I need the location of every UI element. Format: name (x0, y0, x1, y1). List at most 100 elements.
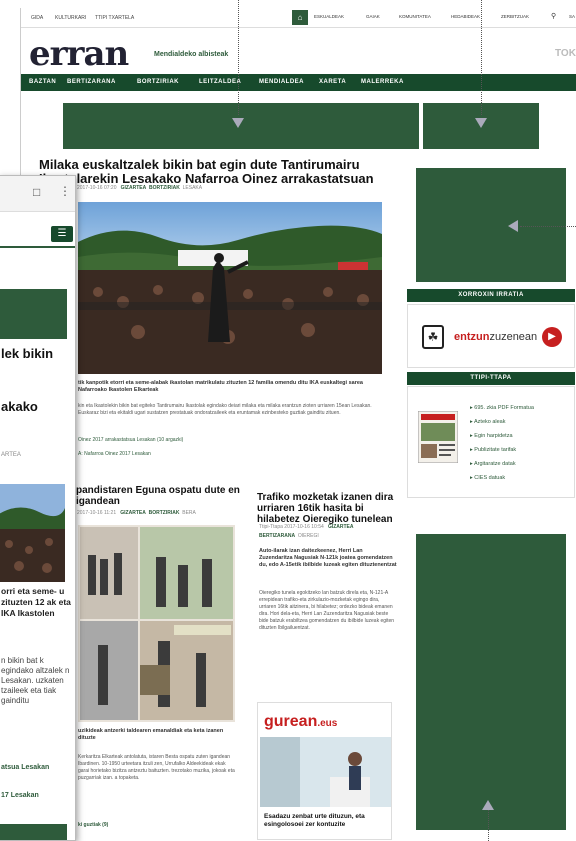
logo-red-text: entzun (454, 331, 490, 343)
nav-item-bertizarana[interactable]: BERTIZARANA (67, 79, 116, 85)
mobile-tag[interactable]: ARTEA (1, 452, 21, 458)
main-article-meta: 2017-10-16 07:20 GIZARTEA BORTZIRIAK LES… (77, 185, 202, 191)
topbar-extra[interactable]: SA (569, 14, 575, 19)
gurean-ad[interactable]: gurean.eus Esadazu zenbat urte dituzun, … (257, 702, 392, 840)
site-logo[interactable]: erran (29, 34, 129, 74)
main-article-title[interactable]: Milaka euskaltzalek bikin bat egin dute … (39, 158, 384, 186)
ad-sidebar-top[interactable] (416, 168, 566, 282)
second-gallery-link[interactable]: ki guztiak (9) (78, 822, 108, 829)
ttipi-title: TTIPI-TTAPA (407, 372, 575, 385)
top-utility-bar: GIDA KULTURKARI TTIPI TXARTELA ⌂ ESKUALD… (21, 8, 576, 28)
ttipi-link[interactable]: ▸ Argitaratze datak (470, 457, 534, 471)
tag[interactable]: LESAKA (183, 185, 202, 191)
ad-sidebar-tall[interactable] (416, 534, 566, 830)
arrow-up-icon (482, 800, 494, 810)
nav-item-malerreka[interactable]: MALERREKA (361, 79, 404, 85)
mobile-body: n bikin bat k egindako altzalek n Lesaka… (1, 656, 70, 705)
tab-zerbitzuak[interactable]: ZERBITZUAK (501, 14, 529, 19)
tag[interactable]: OIEREGI (298, 533, 319, 539)
xorroxin-widget[interactable]: ☘ entzunzuzenean ▶ (407, 304, 575, 368)
mobile-lede: orri eta seme- u zituzten 12 ak eta IKA … (1, 586, 71, 618)
tab-hedabideak[interactable]: HEDABIDEAK (451, 14, 480, 19)
topbar-link[interactable]: TTIPI TXARTELA (95, 15, 134, 21)
annotation-line (520, 226, 576, 227)
ttipi-link[interactable]: ▸ 695. zkia PDF Formatua (470, 401, 534, 415)
ttipi-widget: ▸ 695. zkia PDF Formatua ▸ Azteko aleak … (407, 386, 575, 498)
ttipi-links: ▸ 695. zkia PDF Formatua ▸ Azteko aleak … (470, 401, 534, 485)
site-tagline: Mendialdeko albisteak (154, 51, 229, 58)
main-title-line2[interactable]: Ikastolarekin Lesakako Nafarroa Oinez ar… (39, 172, 384, 186)
traffic-lede: Auto-ilarak izan daitezkeenez, Herri Lan… (259, 548, 397, 568)
traffic-body: Oieregiko tunela egokitzeko lan batzuk d… (259, 590, 395, 631)
tab-gaiak[interactable]: GAIAK (366, 14, 380, 19)
tag[interactable]: BERA (182, 510, 196, 516)
main-article-lede: kin eta Ikastolekin bikin bat egiteko Ta… (78, 403, 372, 416)
more-menu-icon[interactable]: ⋮ (59, 184, 71, 198)
crowd-photo-image (78, 202, 382, 374)
tag[interactable]: GIZARTEA (121, 185, 147, 191)
mobile-crowd-image (0, 484, 65, 582)
tag[interactable]: GIZARTEA (120, 510, 146, 516)
second-article-photo-grid[interactable] (78, 525, 235, 722)
mobile-ad-banner[interactable] (0, 289, 67, 339)
tag[interactable]: GIZARTEA (328, 524, 354, 530)
topbar-link[interactable]: KULTURKARI (55, 15, 86, 21)
collage-image (78, 525, 235, 722)
search-icon[interactable]: ⚲ (551, 12, 556, 20)
ttipi-link[interactable]: ▸ Azteko aleak (470, 415, 534, 429)
gurean-logo-text: gurean (264, 713, 318, 730)
related-link[interactable]: A: Nafarroa Oinez 2017 Lesakan (78, 451, 151, 458)
traffic-article-tags: BERTIZARANA OIEREGI (259, 533, 319, 539)
article-date: 2017-10-16 07:20 (77, 185, 117, 191)
home-icon[interactable]: ⌂ (292, 10, 308, 25)
logo-dark-text: zuzenean (489, 331, 538, 343)
traffic-article-title[interactable]: Trafiko mozketak izanen dira urriaren 16… (257, 492, 397, 525)
speaker-icon[interactable]: ▶ (542, 327, 562, 347)
newspaper-cover-image[interactable] (418, 411, 458, 463)
nav-item-bortziriak[interactable]: BORTZIRIAK (137, 79, 179, 85)
tag[interactable]: BORTZIRIAK (149, 510, 180, 516)
second-article-title[interactable]: pandistaren Eguna ospatu dute en igandea… (76, 485, 251, 507)
tag[interactable]: BERTIZARANA (259, 533, 295, 539)
nav-item-xareta[interactable]: XARETA (319, 79, 346, 85)
xorroxin-title: XORROXIN IRRATIA (407, 289, 575, 302)
main-title-line1[interactable]: Milaka euskaltzalek bikin bat egin dute … (39, 158, 384, 172)
mobile-photo[interactable] (0, 484, 65, 582)
mobile-link[interactable]: 17 Lesakan (1, 792, 39, 799)
ttipi-link[interactable]: ▸ CIES datuak (470, 471, 534, 485)
arrow-down-icon (475, 118, 487, 128)
ttipi-link[interactable]: ▸ Egin harpidetza (470, 429, 534, 443)
annotation-line (238, 0, 239, 115)
annotation-line (488, 810, 489, 841)
gurean-ad-image (260, 737, 391, 807)
composite-screenshot: GIDA KULTURKARI TTIPI TXARTELA ⌂ ESKUALD… (0, 0, 576, 841)
topbar-link[interactable]: GIDA (31, 15, 43, 21)
tab-eskualdeak[interactable]: ESKUALDEAK (314, 14, 344, 19)
desktop-page: GIDA KULTURKARI TTIPI TXARTELA ⌂ ESKUALD… (20, 8, 576, 841)
mobile-headline-2[interactable]: akako (1, 400, 38, 414)
bookmark-icon[interactable]: □ (33, 185, 40, 199)
second-article-body: Kerkaritza Elkarteak antolatuta, istaren… (78, 754, 235, 781)
nav-item-leitzaldea[interactable]: LEITZALDEA (199, 79, 241, 85)
tab-komunitatea[interactable]: KOMUNITATEA (399, 14, 431, 19)
gurean-logo: gurean.eus (264, 713, 337, 731)
arrow-left-icon (508, 220, 518, 232)
mobile-headline-1[interactable]: lek bikin (1, 347, 53, 361)
tag[interactable]: BORTZIRIAK (149, 185, 180, 191)
article-date: 2017-10-16 11:21 (77, 510, 117, 516)
region-nav: BAZTAN BERTIZARANA BORTZIRIAK LEITZALDEA… (21, 74, 576, 91)
entzun-zuzenean-logo: entzunzuzenean (454, 331, 537, 343)
arrow-down-icon (232, 118, 244, 128)
hamburger-menu-icon[interactable]: ☰ (51, 226, 73, 242)
traffic-article-meta: Ttipi-Ttapa 2017-10-16 10:54 GIZARTEA (259, 524, 354, 530)
partner-logo-partial: TOKIN (555, 48, 576, 59)
mobile-ad-bottom[interactable] (0, 824, 67, 840)
gallery-link[interactable]: Oinez 2017 arrakastatsua Lesakan (10 arg… (78, 437, 183, 444)
main-article-photo[interactable] (78, 202, 382, 374)
ttipi-link[interactable]: ▸ Publizitate tarifak (470, 443, 534, 457)
gurean-ad-text: Esadazu zenbat urte dituzun, eta esingol… (264, 813, 365, 828)
mobile-link[interactable]: atsua Lesakan (1, 764, 49, 771)
nav-item-baztan[interactable]: BAZTAN (29, 79, 56, 85)
article-date: Ttipi-Ttapa 2017-10-16 10:54 (259, 524, 324, 530)
nav-item-mendialdea[interactable]: MENDIALDEA (259, 79, 304, 85)
